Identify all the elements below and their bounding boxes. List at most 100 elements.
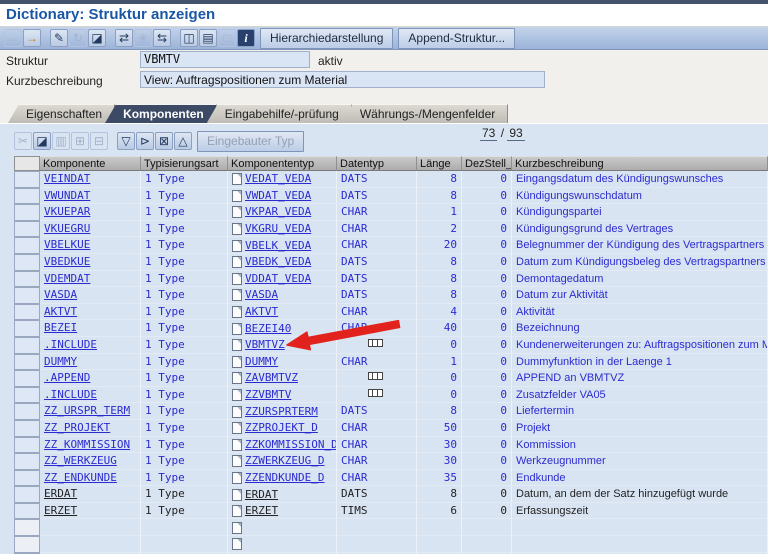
komponententyp-link[interactable]: ZZVBMTV (245, 388, 291, 402)
tab-eigenschaften[interactable]: Eigenschaften (8, 104, 116, 123)
component-cell[interactable]: ERZET (40, 502, 141, 520)
print-icon[interactable]: ▤ (199, 29, 217, 47)
komponententyp-cell[interactable] (228, 519, 337, 537)
column-header-kurzbeschreibung[interactable]: Kurzbeschreibung (512, 156, 768, 171)
where-used-icon[interactable]: ⇄ (115, 29, 133, 47)
component-link[interactable]: ZZ_URSPR_TERM (44, 404, 130, 417)
komponententyp-cell[interactable]: VBELK_VEDA (228, 237, 337, 254)
component-link[interactable]: DUMMY (44, 355, 77, 368)
component-cell[interactable]: ZZ_URSPR_TERM (40, 403, 141, 420)
komponententyp-link[interactable]: VBEDK_VEDA (245, 255, 311, 269)
column-header-komponententyp[interactable]: Komponententyp (228, 156, 337, 171)
row-select-cell[interactable] (14, 287, 40, 304)
column-header-komponente[interactable]: Komponente (40, 156, 141, 171)
forward-icon[interactable]: → (23, 29, 41, 47)
component-cell[interactable]: ZZ_KOMMISSION (40, 436, 141, 454)
component-link[interactable]: ERZET (44, 504, 77, 517)
component-cell[interactable]: ERDAT (40, 486, 141, 503)
komponententyp-cell[interactable]: VBMTVZ (228, 336, 337, 354)
component-cell[interactable]: ZZ_PROJEKT (40, 419, 141, 437)
component-cell[interactable]: ZZ_ENDKUNDE (40, 469, 141, 487)
row-select-cell[interactable] (14, 320, 40, 337)
komponententyp-cell[interactable]: VWDAT_VEDA (228, 187, 337, 205)
component-link[interactable]: .INCLUDE (44, 388, 97, 401)
component-cell[interactable]: BEZEI (40, 320, 141, 337)
komponententyp-cell[interactable]: ZZVBMTV (228, 386, 337, 404)
component-link[interactable]: ZZ_WERKZEUG (44, 454, 117, 467)
component-link[interactable]: VDEMDAT (44, 272, 90, 285)
komponententyp-link[interactable]: VASDA (245, 288, 278, 302)
tab-eingabehilfe-pr-fung[interactable]: Eingabehilfe/-prüfung (206, 104, 352, 123)
komponententyp-cell[interactable]: ZZURSPRTERM (228, 403, 337, 420)
component-link[interactable]: BEZEI (44, 321, 77, 334)
komponententyp-cell[interactable]: ZZENDKUNDE_D (228, 469, 337, 487)
row-select-cell[interactable] (14, 303, 40, 321)
append-struktur-button[interactable]: Append-Struktur... (398, 27, 516, 49)
component-cell[interactable] (40, 536, 141, 553)
component-cell[interactable]: VASDA (40, 287, 141, 304)
komponententyp-cell[interactable]: ZZWERKZEUG_D (228, 453, 337, 470)
row-select-cell[interactable] (14, 519, 40, 537)
component-cell[interactable]: VDEMDAT (40, 270, 141, 288)
component-cell[interactable]: VBELKUE (40, 237, 141, 254)
komponententyp-link[interactable]: ZAVBMTVZ (245, 371, 298, 385)
component-cell[interactable]: AKTVT (40, 303, 141, 321)
table-position-indicator[interactable]: 73 / 93 (480, 126, 525, 141)
display-change-icon[interactable]: ✎ (50, 29, 68, 47)
komponententyp-cell[interactable]: AKTVT (228, 303, 337, 321)
row-select-cell[interactable] (14, 220, 40, 238)
row-select-cell[interactable] (14, 436, 40, 454)
select-all-header-cell[interactable] (14, 156, 40, 171)
row-select-cell[interactable] (14, 336, 40, 354)
component-cell[interactable]: .INCLUDE (40, 336, 141, 354)
column-header-dezstell[interactable]: DezStell_ (462, 156, 512, 171)
component-link[interactable]: VASDA (44, 288, 77, 301)
komponententyp-link[interactable]: VDDAT_VEDA (245, 272, 311, 286)
hierarchiedarstellung-button[interactable]: Hierarchiedarstellung (260, 27, 394, 49)
component-link[interactable]: VKUEGRU (44, 222, 90, 235)
row-select-cell[interactable] (14, 536, 40, 553)
row-select-cell[interactable] (14, 486, 40, 503)
komponententyp-cell[interactable]: ZAVBMTVZ (228, 370, 337, 387)
row-select-cell[interactable] (14, 171, 40, 188)
insert-entry-icon[interactable]: ⊳ (136, 132, 154, 150)
component-link[interactable]: AKTVT (44, 305, 77, 318)
component-link[interactable]: .APPEND (44, 371, 90, 384)
komponententyp-cell[interactable]: VEDAT_VEDA (228, 171, 337, 188)
row-select-cell[interactable] (14, 204, 40, 221)
kurzbeschreibung-input[interactable]: View: Auftragspositionen zum Material (140, 71, 545, 88)
column-header-l-nge[interactable]: Länge (417, 156, 462, 171)
component-cell[interactable]: .INCLUDE (40, 386, 141, 404)
component-cell[interactable]: VKUEGRU (40, 220, 141, 238)
component-cell[interactable]: VEINDAT (40, 171, 141, 188)
komponententyp-link[interactable]: BEZEI40 (245, 322, 291, 336)
row-select-cell[interactable] (14, 419, 40, 437)
komponententyp-cell[interactable]: DUMMY (228, 353, 337, 371)
hierarchy-boxes-icon[interactable]: ◫ (180, 29, 198, 47)
row-select-cell[interactable] (14, 403, 40, 420)
komponententyp-link[interactable]: DUMMY (245, 355, 278, 369)
delete-entry-icon[interactable]: ⊠ (155, 132, 173, 150)
tab-komponenten[interactable]: Komponenten (105, 104, 217, 123)
row-select-cell[interactable] (14, 187, 40, 205)
komponententyp-cell[interactable]: VASDA (228, 287, 337, 304)
info-icon[interactable]: i (237, 29, 255, 47)
komponententyp-cell[interactable]: BEZEI40 (228, 320, 337, 337)
component-cell[interactable]: VKUEPAR (40, 204, 141, 221)
komponententyp-link[interactable]: AKTVT (245, 305, 278, 319)
component-link[interactable]: VWUNDAT (44, 189, 90, 202)
row-select-cell[interactable] (14, 386, 40, 404)
component-link[interactable]: .INCLUDE (44, 338, 97, 351)
sort-icon[interactable]: △ (174, 132, 192, 150)
component-cell[interactable]: ZZ_WERKZEUG (40, 453, 141, 470)
row-select-cell[interactable] (14, 237, 40, 254)
komponententyp-link[interactable]: VWDAT_VEDA (245, 189, 311, 203)
component-link[interactable]: VBEDKUE (44, 255, 90, 268)
komponententyp-cell[interactable]: ERDAT (228, 486, 337, 503)
row-select-cell[interactable] (14, 469, 40, 487)
komponententyp-cell[interactable]: VKGRU_VEDA (228, 220, 337, 238)
komponententyp-link[interactable]: VEDAT_VEDA (245, 172, 311, 186)
component-cell[interactable] (40, 519, 141, 537)
komponententyp-cell[interactable]: ERZET (228, 502, 337, 520)
komponententyp-cell[interactable] (228, 536, 337, 553)
